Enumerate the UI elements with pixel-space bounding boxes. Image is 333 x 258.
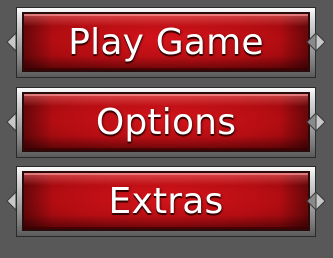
button-frame: Extras [16,166,316,237]
button-face: Play Game [24,14,308,70]
options-button[interactable]: Options [6,87,326,158]
arrow-right-stud-icon [306,190,326,212]
options-label: Options [95,101,237,143]
main-menu: Play Game Options Extras [0,0,333,258]
button-inner-border: Options [22,92,310,152]
arrow-right-stud-icon [306,31,326,53]
extras-label: Extras [108,180,224,222]
play-game-label: Play Game [68,21,264,63]
button-inner-border: Play Game [22,12,310,72]
button-face: Options [24,94,308,150]
button-face: Extras [24,173,308,229]
arrow-right-stud-icon [306,111,326,133]
button-frame: Options [16,87,316,158]
extras-button[interactable]: Extras [6,166,326,237]
button-frame: Play Game [16,7,316,78]
button-inner-border: Extras [22,171,310,231]
play-game-button[interactable]: Play Game [6,7,326,78]
